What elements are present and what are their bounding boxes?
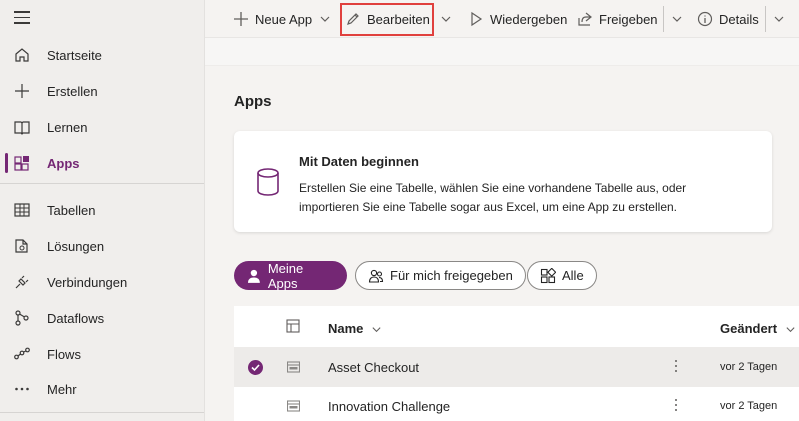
column-header-name[interactable]: Name [328,321,382,336]
play-button[interactable]: Wiedergeben [468,0,567,38]
command-bar: Neue App Bearbeiten Wiedergeben Freigebe… [205,0,799,38]
all-label: Alle [562,268,584,283]
sidebar-item-loesungen[interactable]: Lösungen [0,228,204,264]
canvas-app-icon [287,361,300,373]
sidebar-item-apps[interactable]: Apps [0,145,204,181]
sidebar-item-label: Flows [47,347,81,362]
chevron-down-icon[interactable] [773,13,785,25]
sidebar-item-label: Tabellen [47,203,96,218]
person-icon [247,269,260,283]
more-options-icon[interactable] [673,396,679,416]
apps-table: Name Geändert Asset Checkout vor 2 Tagen… [234,306,799,421]
sidebar-item-label: Apps [47,156,80,171]
edit-label: Bearbeiten [367,11,430,27]
people-icon [368,269,384,283]
table-header: Name Geändert [234,306,799,348]
app-name[interactable]: Asset Checkout [328,360,419,375]
sidebar-item-tabellen[interactable]: Tabellen [0,192,204,228]
book-icon [14,121,30,135]
chevron-down-icon[interactable] [440,13,452,25]
sidebar-item-mehr[interactable]: Mehr [0,371,204,407]
main-content: Apps Mit Daten beginnen Erstellen Sie ei… [205,38,799,421]
plus-icon [15,84,29,98]
sidebar-item-verbindungen[interactable]: Verbindungen [0,264,204,300]
shared-with-me-label: Für mich freigegeben [390,268,513,283]
grid-apps-icon [540,267,556,283]
my-apps-label: Meine Apps [267,260,304,291]
play-icon [471,11,483,27]
sidebar-item-startseite[interactable]: Startseite [0,37,204,73]
column-header-changed[interactable]: Geändert [720,321,796,336]
chevron-down-icon[interactable] [319,13,331,25]
table-row[interactable]: Innovation Challenge vor 2 Tagen [234,387,799,421]
shared-with-me-filter-button[interactable]: Für mich freigegeben [355,261,526,290]
sidebar-item-erstellen[interactable]: Erstellen [0,73,204,109]
column-name-label: Name [328,321,364,336]
new-app-button[interactable]: Neue App [233,0,312,38]
solutions-icon [15,239,28,253]
sidebar-item-label: Erstellen [47,84,98,99]
share-icon [578,12,592,26]
sidebar-item-label: Verbindungen [47,275,128,290]
details-button[interactable]: Details [697,0,759,38]
card-description: Erstellen Sie eine Tabelle, wählen Sie e… [299,181,687,214]
chevron-down-icon [786,327,795,333]
sidebar-item-flows[interactable]: Flows [0,336,204,372]
home-icon [15,48,29,62]
active-indicator [5,153,8,173]
share-label: Freigeben [599,11,658,27]
sidebar-item-label: Lernen [47,120,88,135]
apps-icon [14,156,29,171]
flow-icon [14,347,30,360]
edit-button[interactable]: Bearbeiten [345,0,430,38]
sidebar-divider [0,183,204,184]
share-button[interactable]: Freigeben [577,0,658,38]
sidebar-divider [0,412,204,413]
table-row[interactable]: Asset Checkout vor 2 Tagen [234,348,799,387]
sidebar-item-label: Mehr [47,382,77,397]
info-icon [697,11,713,27]
my-apps-filter-button[interactable]: Meine Apps [234,260,347,291]
selected-check-icon[interactable] [248,360,263,375]
sidebar-item-dataflows[interactable]: Dataflows [0,300,204,336]
play-label: Wiedergeben [490,11,568,27]
table-icon [14,203,30,217]
app-modified: vor 2 Tagen [720,400,778,412]
column-changed-label: Geändert [720,321,778,336]
app-type-column-icon [286,319,300,333]
sidebar-item-lernen[interactable]: Lernen [0,109,204,145]
more-options-icon[interactable] [673,357,679,377]
new-app-label: Neue App [255,11,313,27]
sidebar-item-label: Lösungen [47,239,105,254]
chevron-down-icon [372,327,381,333]
sidebar: Startseite Erstellen Lernen Apps Tabelle… [0,0,205,421]
toolbar-separator [765,6,766,32]
page-title: Apps [234,93,272,110]
canvas-app-icon [287,400,300,412]
app-modified: vor 2 Tagen [720,361,778,373]
pencil-icon [347,13,359,25]
card-title: Mit Daten beginnen [299,154,419,169]
dataflow-icon [15,310,29,326]
database-icon [257,168,279,196]
more-icon [15,387,29,391]
details-label: Details [719,11,759,27]
plug-icon [15,275,29,289]
app-name[interactable]: Innovation Challenge [328,399,450,414]
sub-header-bar [205,38,799,66]
chevron-down-icon[interactable] [671,13,683,25]
all-filter-button[interactable]: Alle [527,261,597,290]
toolbar-separator [663,6,664,32]
sidebar-item-label: Dataflows [47,311,105,326]
plus-icon [234,12,248,26]
hamburger-menu-icon[interactable] [14,11,30,25]
sidebar-item-label: Startseite [47,48,102,63]
start-with-data-card[interactable]: Mit Daten beginnen Erstellen Sie eine Ta… [234,131,772,232]
